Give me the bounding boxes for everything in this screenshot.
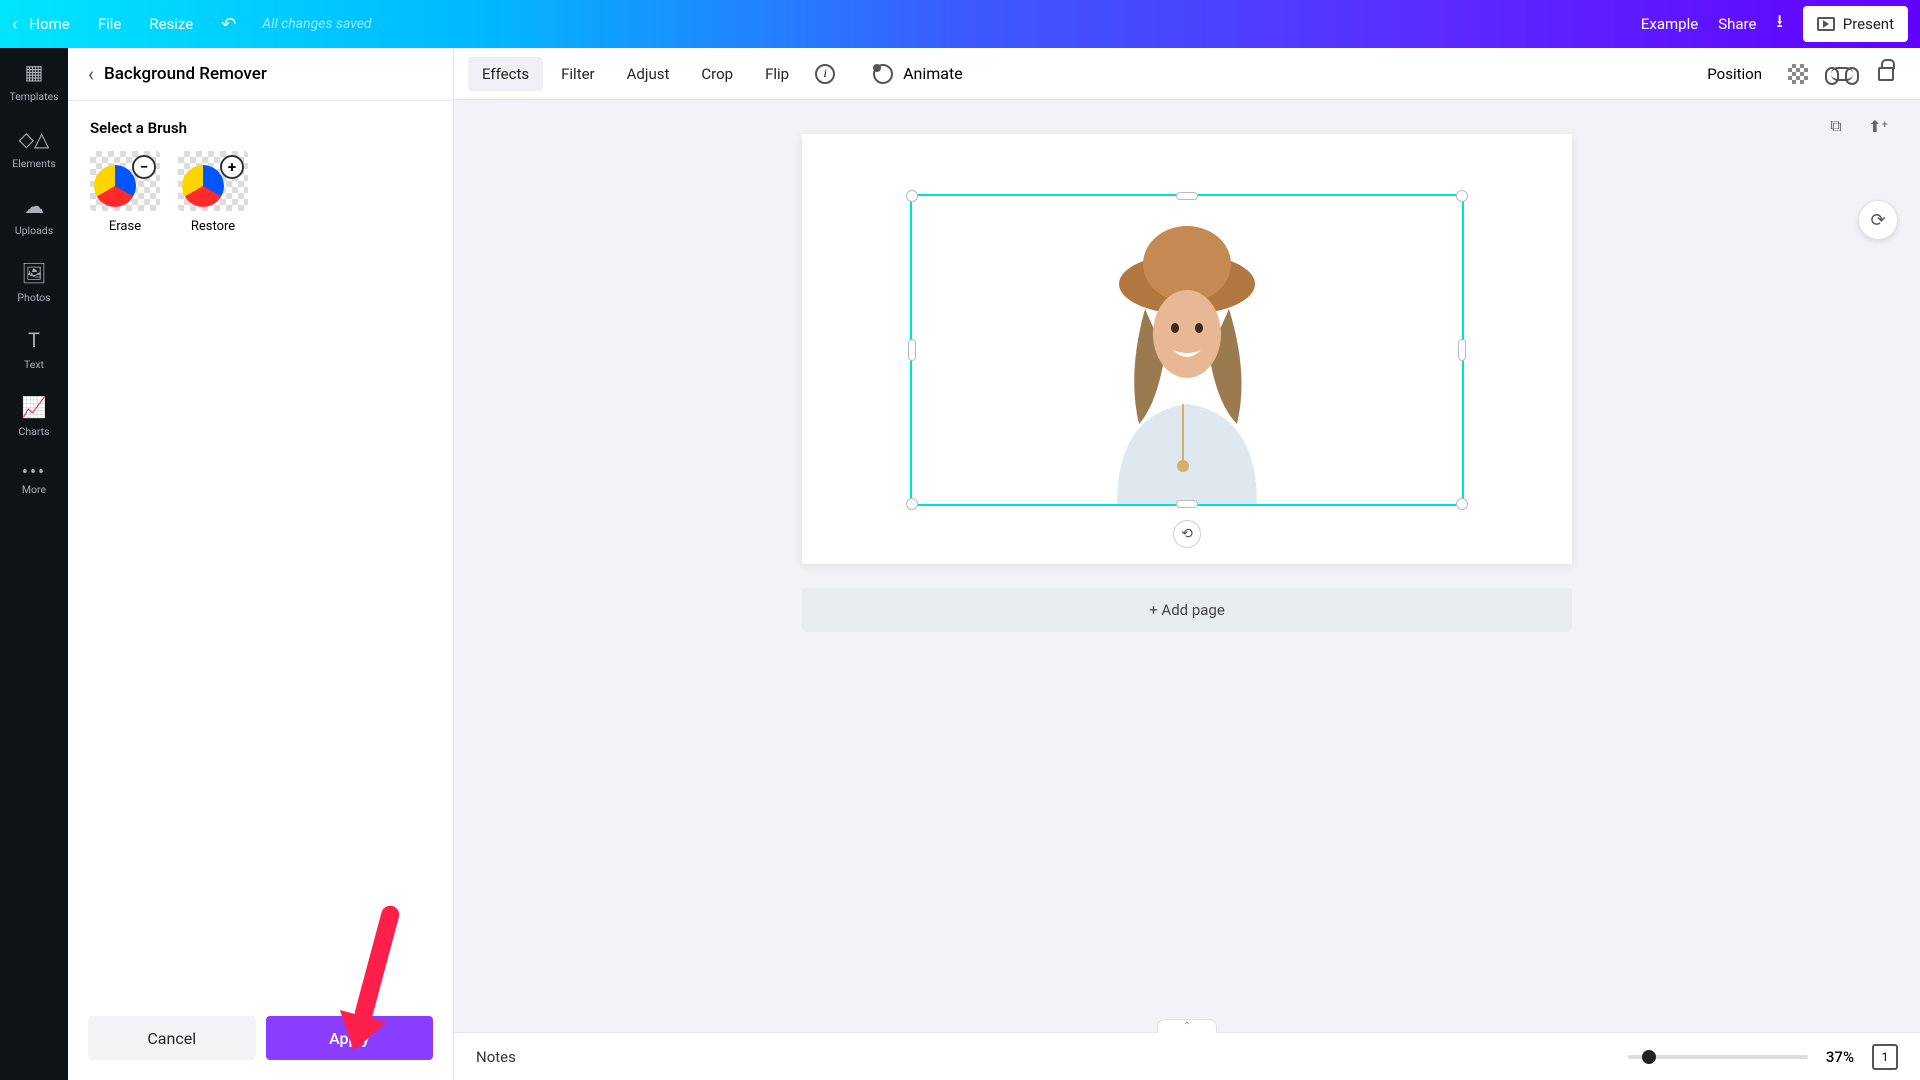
templates-icon: ▦ (25, 60, 44, 84)
text-icon: T (28, 328, 40, 352)
handle-right-mid[interactable] (1458, 339, 1466, 361)
animate-icon (873, 64, 893, 84)
collapse-handle-icon[interactable]: ⌃ (1157, 1019, 1217, 1033)
side-panel: ‹ Background Remover Select a Brush − Er… (68, 48, 454, 1080)
tb-filter[interactable]: Filter (547, 57, 609, 91)
refresh-fab-icon[interactable]: ⟳ (1858, 200, 1898, 240)
notes-button[interactable]: Notes (476, 1048, 516, 1066)
selection-box[interactable]: ⟲ (910, 194, 1464, 506)
resize-menu[interactable]: Resize (149, 15, 193, 33)
rotate-handle-icon[interactable]: ⟲ (1173, 520, 1201, 548)
handle-bottom-mid[interactable] (1176, 500, 1198, 508)
handle-top-mid[interactable] (1176, 192, 1198, 200)
rail-charts[interactable]: 📈Charts (19, 395, 50, 438)
info-icon[interactable]: i (813, 62, 837, 86)
rail-photos[interactable]: 🖼Photos (17, 261, 50, 304)
rail-elements[interactable]: ◇△Elements (12, 127, 56, 170)
cancel-button[interactable]: Cancel (88, 1016, 256, 1060)
apply-button[interactable]: Apply (266, 1016, 434, 1060)
left-rail: ▦Templates ◇△Elements ☁Uploads 🖼Photos T… (0, 48, 68, 1080)
undo-icon[interactable]: ↶ (221, 14, 236, 35)
download-icon[interactable]: ⭳ (1776, 9, 1782, 39)
rail-more[interactable]: •••More (22, 462, 46, 496)
erase-thumb: − (90, 151, 160, 211)
restore-label: Restore (191, 219, 235, 234)
tb-position[interactable]: Position (1707, 65, 1762, 83)
handle-top-right[interactable] (1456, 190, 1468, 202)
link-icon[interactable] (1830, 62, 1854, 86)
tb-flip[interactable]: Flip (751, 57, 803, 91)
restore-thumb: + (178, 151, 248, 211)
panel-title: Background Remover (104, 64, 267, 84)
plus-badge-icon: + (220, 155, 244, 179)
rail-uploads[interactable]: ☁Uploads (15, 194, 53, 237)
person-image[interactable] (1057, 204, 1317, 504)
main-area: Effects Filter Adjust Crop Flip i Animat… (454, 48, 1920, 1080)
lock-icon[interactable] (1874, 62, 1898, 86)
panel-back-icon[interactable]: ‹ (88, 62, 94, 86)
tb-animate[interactable]: Animate (873, 64, 963, 84)
home-link[interactable]: Home (29, 15, 69, 33)
present-icon (1817, 17, 1835, 31)
uploads-icon: ☁ (24, 194, 44, 218)
elements-icon: ◇△ (19, 127, 50, 151)
charts-icon: 📈 (22, 395, 47, 419)
minus-badge-icon: − (132, 155, 156, 179)
duplicate-page-icon[interactable]: ⧉ (1822, 112, 1850, 140)
handle-bottom-left[interactable] (906, 498, 918, 510)
more-icon: ••• (22, 462, 46, 483)
animate-label: Animate (903, 64, 963, 83)
add-page-icon[interactable]: ⬆⁺ (1864, 112, 1892, 140)
bottom-bar: ⌃ Notes 37% 1 (454, 1032, 1920, 1080)
back-chevron-icon[interactable]: ‹ (12, 14, 17, 35)
zoom-percent: 37% (1826, 1048, 1854, 1066)
save-status: All changes saved (262, 16, 371, 32)
brush-section-label: Select a Brush (90, 119, 431, 137)
rail-text[interactable]: TText (24, 328, 44, 371)
tb-adjust[interactable]: Adjust (613, 57, 684, 91)
tb-effects[interactable]: Effects (468, 57, 543, 91)
page-count-button[interactable]: 1 (1872, 1044, 1898, 1070)
example-link[interactable]: Example (1641, 15, 1698, 33)
context-toolbar: Effects Filter Adjust Crop Flip i Animat… (454, 48, 1920, 100)
top-bar: ‹ Home File Resize ↶ All changes saved E… (0, 0, 1920, 48)
erase-label: Erase (109, 219, 141, 234)
share-button[interactable]: Share (1718, 15, 1756, 33)
brush-erase[interactable]: − Erase (90, 151, 160, 234)
canvas-page[interactable]: ⟲ (802, 134, 1572, 564)
present-button[interactable]: Present (1803, 6, 1908, 42)
rail-templates[interactable]: ▦Templates (9, 60, 58, 103)
tb-crop[interactable]: Crop (687, 57, 747, 91)
present-label: Present (1843, 15, 1894, 33)
zoom-slider[interactable] (1628, 1055, 1808, 1059)
photos-icon: 🖼 (21, 261, 46, 285)
handle-bottom-right[interactable] (1456, 498, 1468, 510)
transparency-icon[interactable] (1786, 62, 1810, 86)
zoom-knob[interactable] (1642, 1050, 1656, 1064)
handle-top-left[interactable] (906, 190, 918, 202)
canvas-area[interactable]: ⧉ ⬆⁺ ⟳ (454, 100, 1920, 1032)
handle-left-mid[interactable] (908, 339, 916, 361)
file-menu[interactable]: File (98, 15, 122, 33)
brush-restore[interactable]: + Restore (178, 151, 248, 234)
add-page-button[interactable]: + Add page (802, 588, 1572, 632)
